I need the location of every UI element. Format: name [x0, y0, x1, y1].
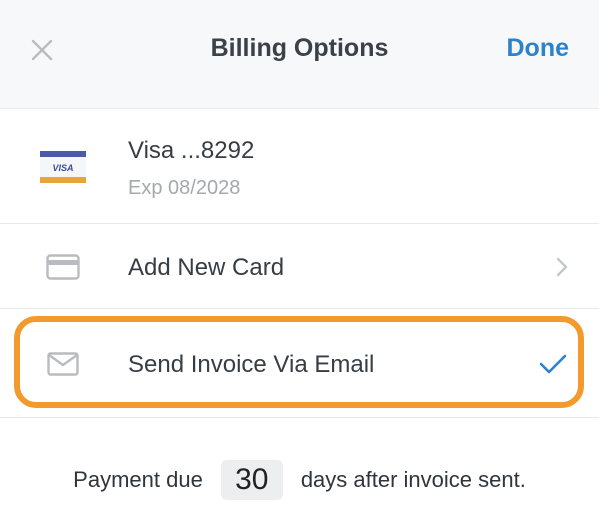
checkmark-icon — [539, 354, 567, 374]
add-new-card-row[interactable]: Add New Card — [0, 224, 599, 309]
payment-due-prefix: Payment due — [73, 467, 203, 492]
card-name: Visa ...8292 — [128, 137, 255, 164]
chevron-right-icon — [556, 257, 568, 277]
navigation-header: Billing Options Done — [0, 0, 599, 109]
done-button[interactable]: Done — [507, 34, 570, 63]
svg-text:VISA: VISA — [52, 163, 73, 173]
credit-card-icon — [46, 254, 80, 280]
envelope-icon — [47, 352, 79, 376]
send-invoice-email-row[interactable]: Send Invoice Via Email — [0, 309, 599, 418]
add-new-card-label: Add New Card — [128, 254, 285, 281]
saved-card-row[interactable]: VISA Visa ...8292 Exp 08/2028 — [0, 109, 599, 224]
send-invoice-label: Send Invoice Via Email — [128, 351, 375, 378]
due-days-input[interactable]: 30 — [220, 460, 283, 500]
payment-due-suffix: days after invoice sent. — [300, 467, 526, 492]
card-expiry: Exp 08/2028 — [128, 177, 241, 199]
visa-card-icon: VISA — [40, 151, 86, 183]
payment-due-row: Payment due 30 days after invoice sent. — [0, 452, 599, 508]
